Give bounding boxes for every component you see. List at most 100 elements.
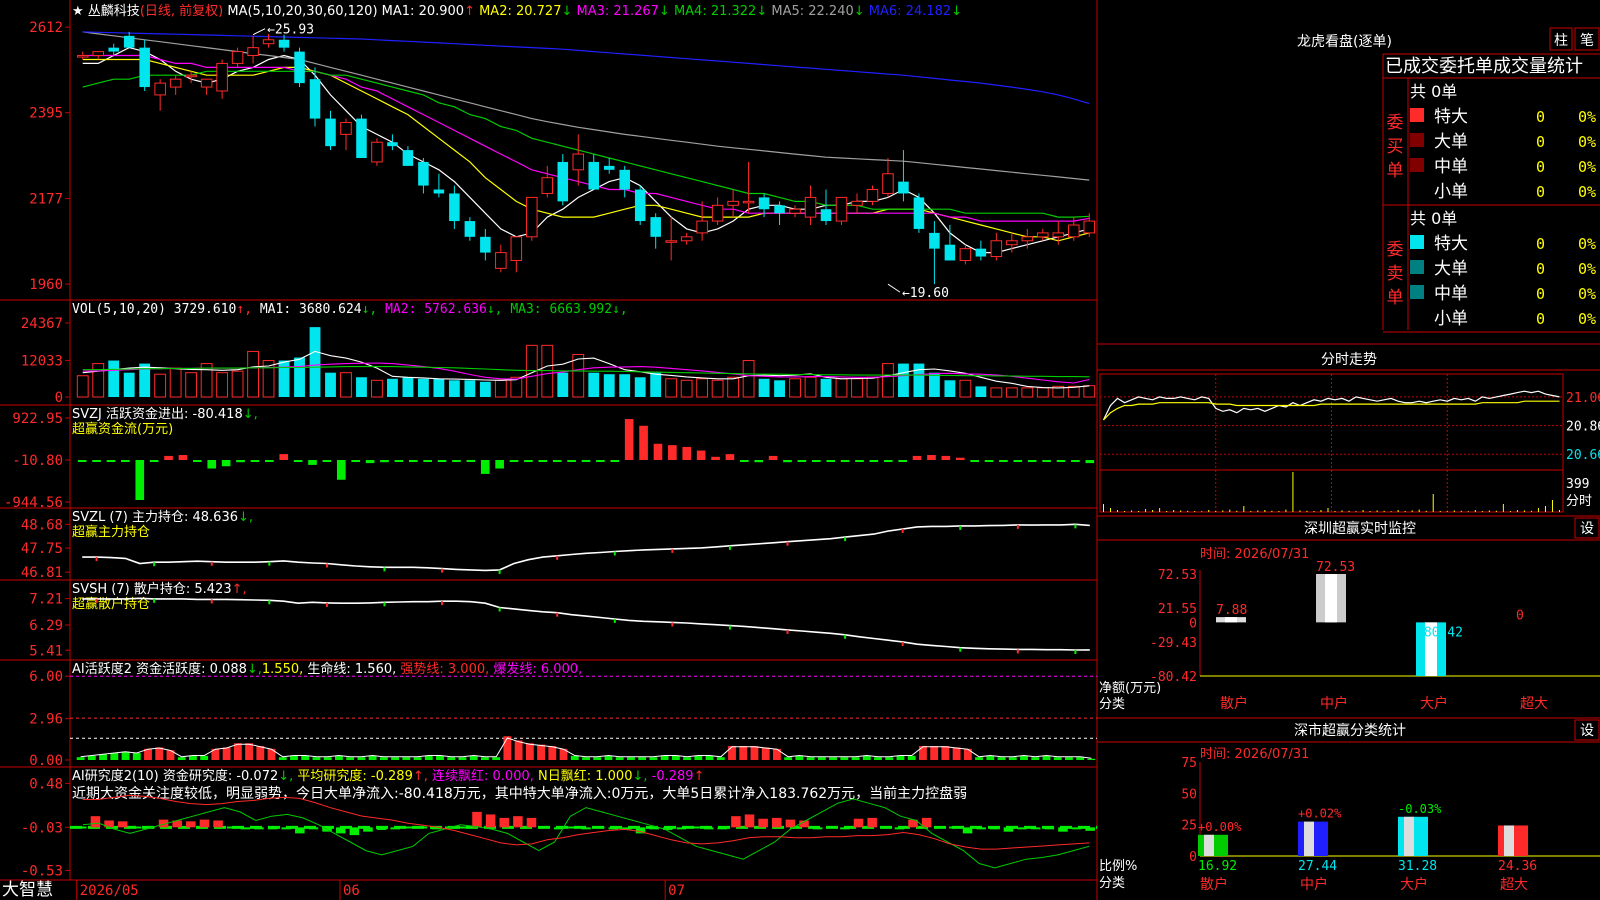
ai-active-bar-54	[683, 757, 692, 760]
sz-monitor-ytick-3: -29.43	[1150, 636, 1197, 651]
longhu-buy-row-label-0: 特大	[1434, 107, 1468, 127]
longhu-buy-swatch-2	[1410, 158, 1424, 172]
ai-research-header-part-6: N日飘红: 1.000	[538, 768, 632, 784]
vol-bar-22	[417, 378, 429, 397]
ai-active-bar-29	[402, 757, 411, 760]
ai-research-bar-31	[499, 817, 510, 828]
ai-research-header-part-9: ↑	[694, 769, 705, 784]
candle-body-38	[665, 240, 677, 243]
ai-active-header: AI活跃度2 资金活跃度: 0.088↓,1.550, 生命线: 1.560, …	[72, 661, 582, 677]
ai-active-bar-35	[469, 755, 478, 760]
ai-active-bar-3	[110, 753, 119, 760]
candle-body-57	[959, 248, 972, 261]
vol-header-part-0: VOL(5,10,20)	[72, 302, 174, 317]
svsh-tick-9	[210, 599, 213, 604]
candle-body-43	[742, 200, 755, 204]
ai-active-bar-15	[245, 743, 254, 760]
ai-active-header-part-3: 1.550,	[262, 662, 307, 677]
svzj-bar-6	[164, 455, 173, 460]
y-tick-label: 0.48	[29, 776, 63, 792]
longhu-buy-row-pct-3: 0%	[1578, 183, 1596, 201]
vol-bar-40	[696, 378, 709, 398]
ai-active-bar-4	[121, 751, 130, 760]
y-tick-label: 922.95	[12, 411, 63, 427]
candle-body-46	[789, 208, 801, 214]
y-tick-label: -0.53	[21, 863, 63, 879]
ai-active-bar-25	[357, 757, 366, 760]
sz-monitor-category-3: 超大	[1520, 696, 1548, 712]
vol-bar-14	[294, 357, 305, 397]
svsh-header-part-0: SVSH (7)	[72, 582, 134, 597]
annotation-label-1: ←19.60	[902, 286, 949, 301]
longhu-sell-row-count-2: 0	[1536, 285, 1545, 303]
svzj-bar-3	[121, 459, 130, 462]
longhu-buy-row-label-1: 大单	[1434, 132, 1468, 152]
vol-bar-56	[944, 380, 956, 397]
ai-research-bar-8	[186, 821, 196, 828]
sz-monitor-value-label-0: 7.88	[1216, 603, 1247, 618]
price-header-part-9: ↓	[659, 4, 674, 19]
ai-research-header-part-3: 平均研究度: -0.289	[297, 768, 412, 784]
vol-bar-23	[433, 378, 445, 397]
svzj-bar-22	[394, 459, 404, 462]
svzj-bar-30	[509, 459, 519, 462]
price-header-part-2: (日线, 前复权)	[140, 3, 228, 19]
svsh-tick-21	[383, 602, 386, 607]
ai-research-bar-70	[1030, 827, 1041, 830]
candle-body-0	[76, 55, 89, 58]
ai-research-header-part-2: ↓,	[278, 769, 297, 784]
svzj-bar-4	[135, 459, 145, 500]
longhu-sell-row-pct-0: 0%	[1578, 235, 1596, 253]
longhu-btn-tick-label: 笔	[1580, 33, 1594, 49]
vol-bar-57	[959, 379, 972, 398]
longhu-buy-vlabel-0: 委	[1387, 113, 1404, 133]
svzj-bar-38	[624, 419, 634, 460]
sz-monitor-category-1: 中户	[1320, 695, 1348, 712]
sz-monitor-settings-btn-label: 设	[1580, 521, 1594, 537]
svzj-bar-68	[1056, 459, 1066, 462]
sz-classify-value-label-1: 27.44	[1298, 859, 1337, 874]
ai-research-bar-72	[1058, 827, 1068, 832]
longhu-sell-row-label-2: 中单	[1434, 284, 1468, 304]
vol-bar-26	[479, 381, 491, 397]
svzj-bar-29	[495, 459, 504, 469]
candle-body-24	[449, 193, 460, 222]
sz-classify-bar-shine-0	[1204, 834, 1214, 856]
ai-research-bar-33	[526, 817, 537, 828]
svzl-tick-9	[210, 561, 213, 566]
svzl-tick-29	[498, 569, 501, 574]
ai-active-bar-66	[817, 757, 826, 760]
vol-bar-21	[402, 377, 414, 397]
ai-research-bar-36	[567, 826, 578, 829]
svzj-bar-27	[466, 459, 476, 462]
svzj-bar-36	[596, 459, 605, 462]
svzj-bar-5	[149, 459, 159, 462]
svzj-bar-57	[898, 459, 907, 462]
svzj-bar-46	[740, 459, 749, 462]
candle-body-45	[774, 205, 785, 214]
longhu-btn-bar-label: 柱	[1554, 33, 1568, 49]
sz-monitor-ytick-1: 21.55	[1158, 602, 1197, 617]
ai-research-bar-50	[758, 818, 768, 828]
vol-header-part-4: ↓,	[362, 302, 385, 317]
vol-bar-38	[665, 378, 678, 398]
vol-bar-24	[448, 380, 460, 397]
svzj-bar-39	[639, 425, 648, 460]
vol-bar-34	[603, 374, 615, 397]
svzj-bar-8	[193, 459, 202, 462]
sz-monitor-ytick-0: 72.53	[1158, 568, 1197, 583]
ai-active-header-part-6: 爆发线: 6.000,	[493, 661, 582, 677]
price-header-part-13: ↓	[854, 4, 869, 19]
candle-body-50	[851, 200, 863, 206]
app-logo: 大智慧	[2, 880, 53, 900]
svzj-bar-47	[754, 459, 764, 463]
ai-research-bar-71	[1044, 827, 1055, 830]
longhu-title: 龙虎看盘(逐单)	[1297, 33, 1392, 50]
svzj-bar-41	[668, 445, 677, 460]
ai-research-bar-19	[335, 827, 346, 834]
ai-active-bar-75	[918, 746, 927, 760]
candle-body-5	[154, 82, 166, 96]
ai-active-bar-53	[671, 755, 680, 760]
ai-active-bar-9	[177, 757, 186, 760]
vol-bar-39	[680, 379, 693, 398]
